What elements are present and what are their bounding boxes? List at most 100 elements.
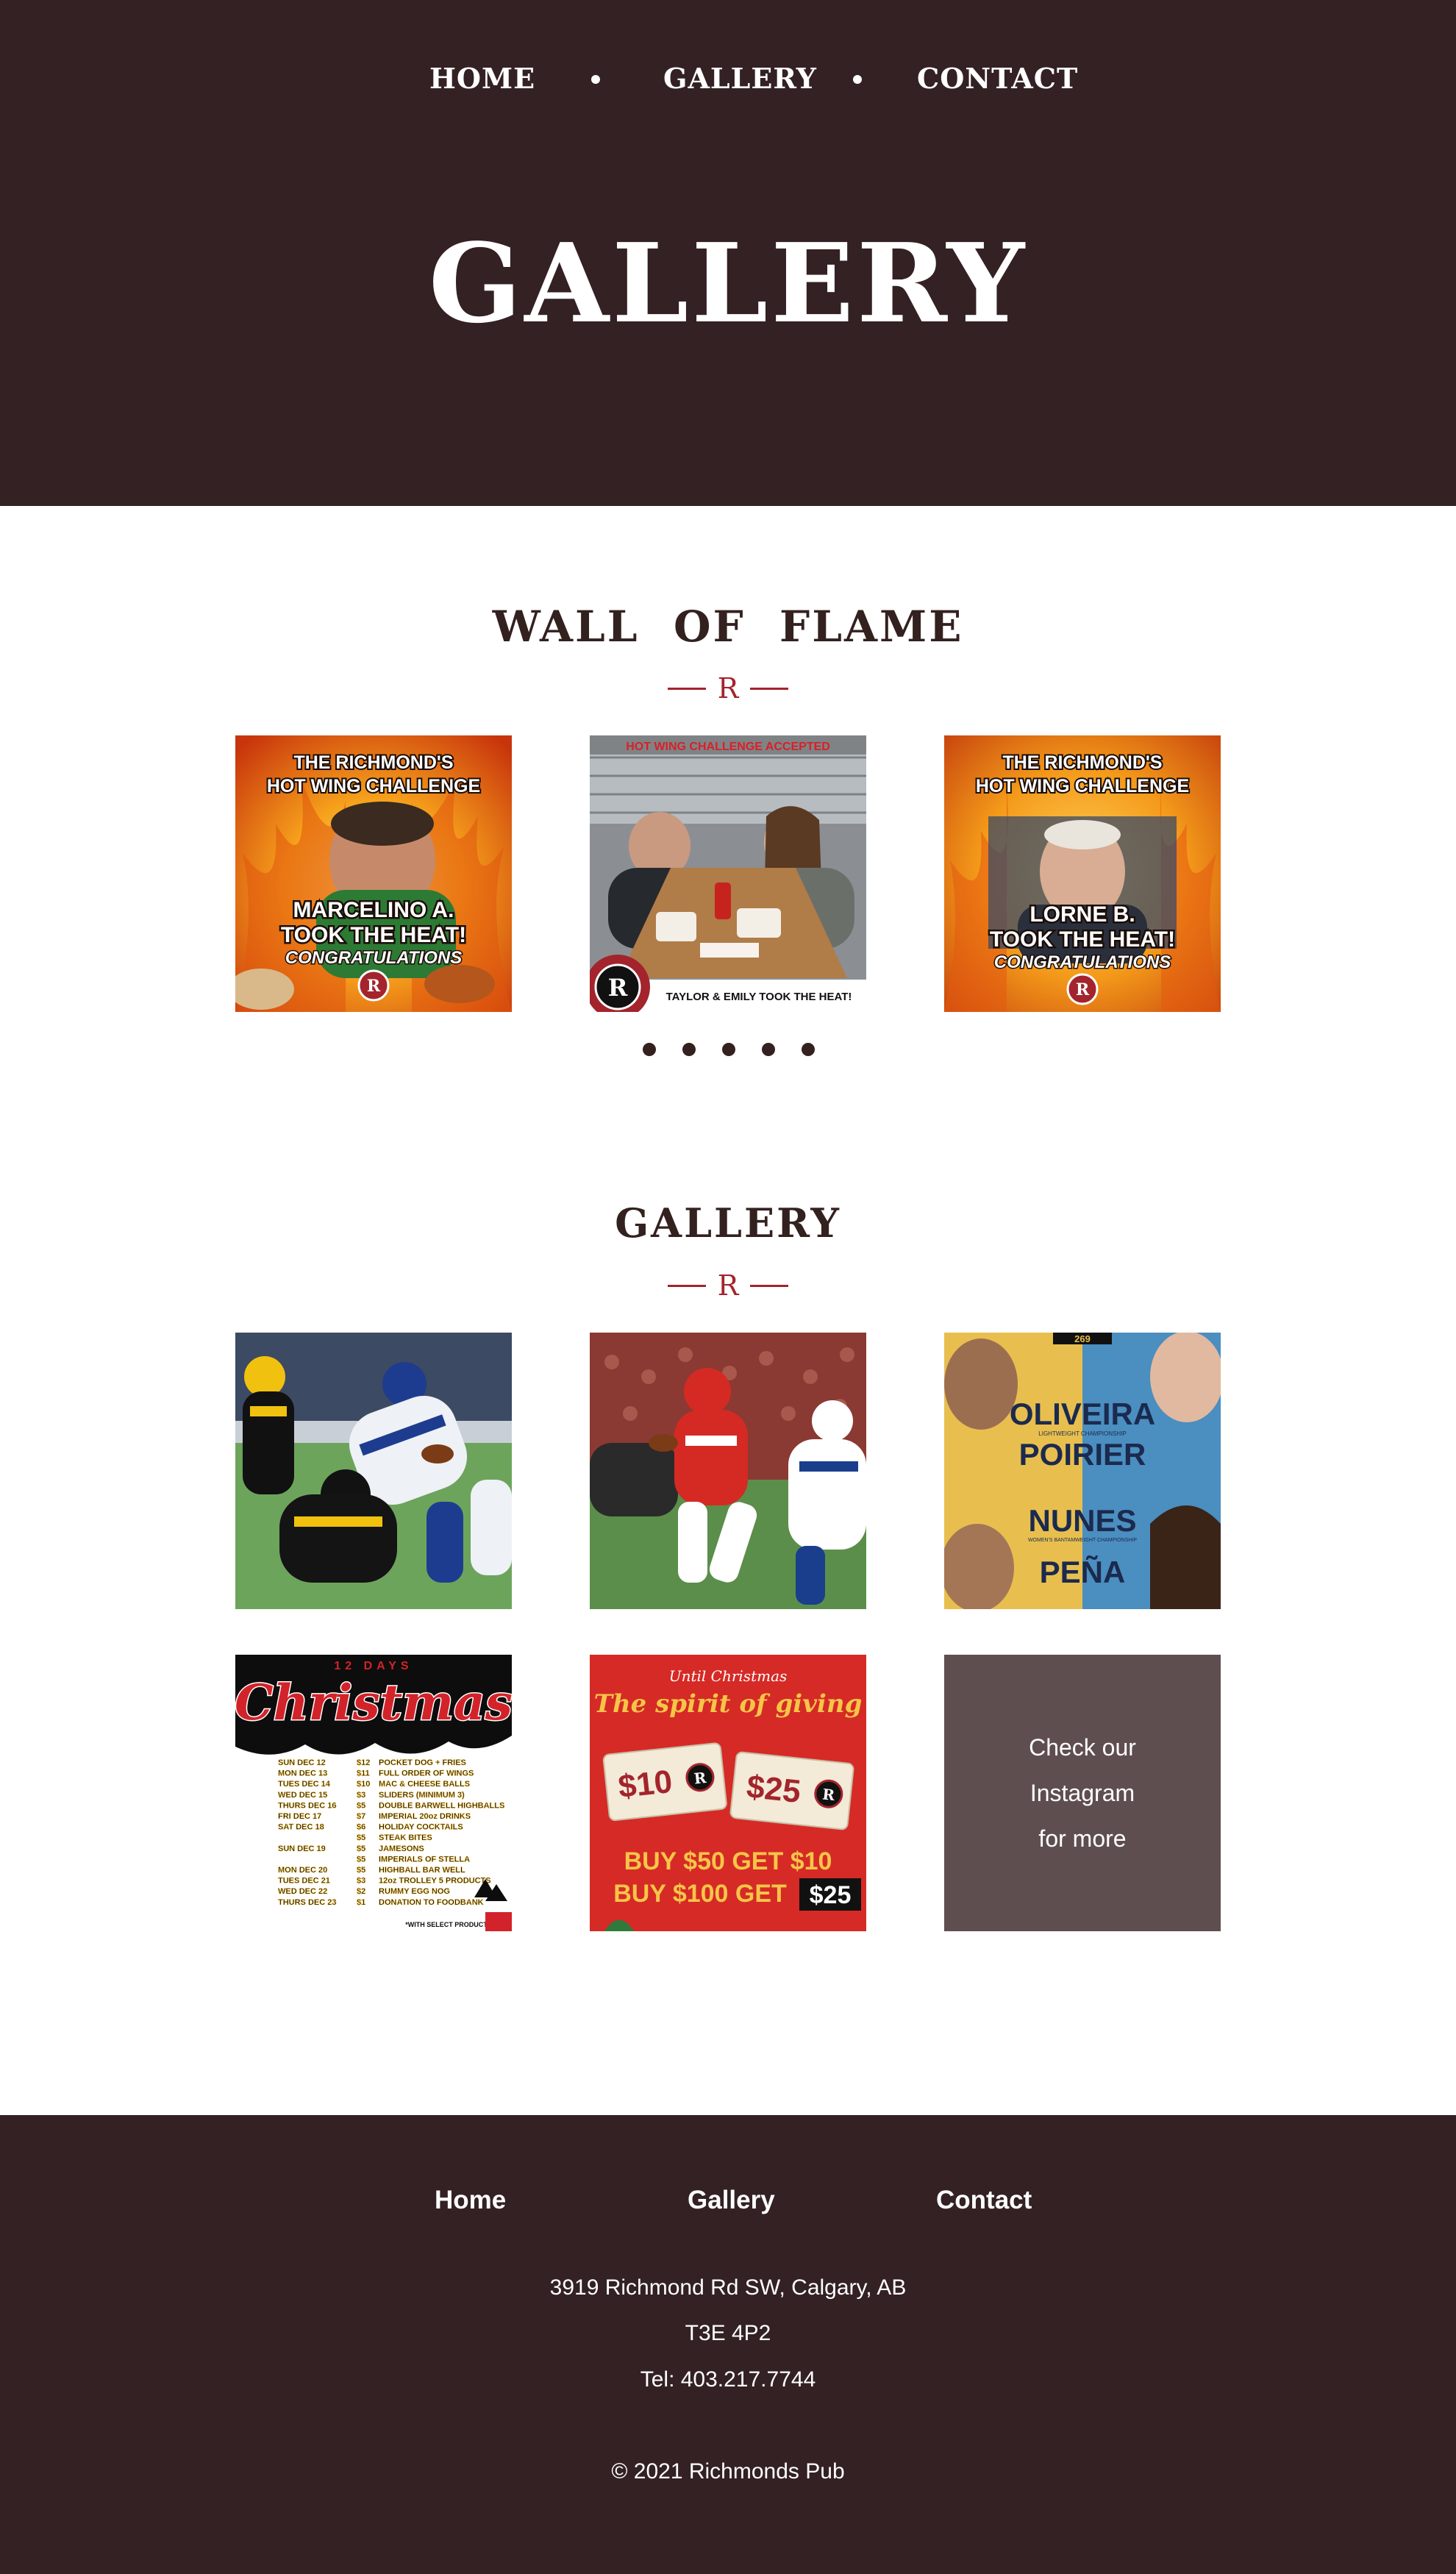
svg-text:CONGRATULATIONS: CONGRATULATIONS [994,952,1171,972]
svg-text:POIRIER: POIRIER [1019,1437,1146,1472]
svg-text:PEÑA: PEÑA [1040,1555,1126,1589]
svg-text:BUY $50 GET $10: BUY $50 GET $10 [624,1847,832,1875]
svg-text:R: R [608,974,628,1002]
footer-copyright: © 2021 Richmonds Pub [611,2459,845,2484]
christmas-special-price: $1 [357,1898,365,1907]
carousel-dot-1[interactable] [643,1043,656,1056]
instagram-cta-line: Check our [1029,1734,1136,1761]
christmas-special-item: SLIDERS (MINIMUM 3) [379,1791,465,1800]
christmas-special-price: $2 [357,1887,365,1896]
footer-gallery-link[interactable]: Gallery [688,2186,775,2215]
nav-gallery-link[interactable]: GALLERY [663,62,817,95]
svg-text:The spirit of giving: The spirit of giving [594,1689,863,1719]
christmas-special-day: MON DEC 13 [278,1769,327,1778]
r-logo-mark: R [717,672,739,705]
hot-wing-challenge-photo: HOT WING CHALLENGE ACCEPTED TAYLOR & EMI… [590,735,866,1012]
christmas-special-item: DONATION TO FOODBANK [379,1898,484,1907]
christmas-special-price: $3 [357,1877,365,1886]
christmas-special-item: HIGHBALL BAR WELL [379,1866,465,1875]
christmas-special-day: WED DEC 22 [278,1887,327,1896]
christmas-special-price: $5 [357,1844,365,1853]
christmas-special-item: JAMESONS [379,1844,424,1853]
svg-text:TOOK THE HEAT!: TOOK THE HEAT! [990,927,1175,952]
football-photo [235,1333,512,1609]
christmas-special-price: $7 [357,1812,365,1821]
svg-text:THE RICHMOND'S: THE RICHMOND'S [293,752,453,773]
wall-of-flame-slide-taylor-emily[interactable]: HOT WING CHALLENGE ACCEPTED TAYLOR & EMI… [590,735,866,1012]
christmas-special-price: $3 [357,1791,365,1800]
instagram-cta-tile[interactable]: Check our Instagram for more [944,1655,1221,1931]
christmas-special-day: WED DEC 15 [278,1791,327,1800]
christmas-special-price: $5 [357,1855,365,1864]
christmas-special-day: SUN DEC 19 [278,1844,326,1853]
christmas-special-day: SAT DEC 18 [278,1823,324,1832]
svg-text:HOT WING CHALLENGE: HOT WING CHALLENGE [267,776,480,796]
footer-contact-link[interactable]: Contact [936,2186,1032,2215]
carousel-dot-4[interactable] [762,1043,775,1056]
carousel-dot-5[interactable] [802,1043,815,1056]
instagram-cta-line: for more [1038,1825,1127,1852]
christmas-special-day: TUES DEC 21 [278,1877,330,1886]
svg-text:TAYLOR & EMILY TOOK THE HEAT!: TAYLOR & EMILY TOOK THE HEAT! [666,991,852,1003]
nav-separator-dot [853,75,862,84]
svg-text:HOT WING CHALLENGE: HOT WING CHALLENGE [976,776,1189,796]
svg-text:WOMEN'S BANTAMWEIGHT CHAMPIONS: WOMEN'S BANTAMWEIGHT CHAMPIONSHIP [1028,1538,1137,1543]
football-photo [590,1333,866,1609]
christmas-special-item: FULL ORDER OF WINGS [379,1769,474,1778]
gift-card-promo-poster: Until Christmas The spirit of giving $10… [590,1655,866,1931]
svg-text:NUNES: NUNES [1028,1503,1136,1538]
gallery-heading: GALLERY [615,1199,841,1247]
svg-text:$25: $25 [810,1881,852,1909]
instagram-cta-line: Instagram [1029,1780,1135,1806]
wall-of-flame-heading: WALL OF FLAME [492,602,964,652]
svg-text:Christmas: Christmas [235,1674,512,1731]
christmas-special-item: IMPERIAL 20oz DRINKS [379,1812,471,1821]
gallery-photo-football-tackle[interactable] [235,1333,512,1609]
gallery-poster-12-days-christmas[interactable]: 12 DAYS Christmas SUN DEC 12 $12 POCKET DO… [235,1655,512,1931]
christmas-special-price: $12 [357,1758,370,1767]
nav-home-link[interactable]: HOME [429,62,535,95]
r-logo-mark: R [717,1269,739,1302]
svg-text:269: 269 [1074,1333,1091,1344]
wall-of-flame-slide-marcelino[interactable]: THE RICHMOND'S HOT WING CHALLENGE MARCEL… [235,735,512,1012]
carousel-dot-2[interactable] [682,1043,696,1056]
svg-text:Until Christmas: Until Christmas [669,1667,788,1685]
footer-home-link[interactable]: Home [435,2186,506,2215]
christmas-special-day: FRI DEC 17 [278,1812,321,1821]
section-divider: R [668,1271,788,1300]
carousel-dot-3[interactable] [722,1043,735,1056]
svg-text:$25: $25 [745,1769,802,1810]
gallery-poster-spirit-of-giving[interactable]: Until Christmas The spirit of giving $10… [590,1655,866,1931]
christmas-special-price: $10 [357,1780,370,1789]
nav-separator-dot [591,75,600,84]
svg-text:TOOK THE HEAT!: TOOK THE HEAT! [281,923,466,947]
ufc-poster: 269 OLIVEIRA LIGHTWEIGHT CHAMPIONSHIP PO… [944,1333,1221,1609]
svg-text:MARCELINO A.: MARCELINO A. [293,898,454,922]
main-nav: HOME GALLERY CONTACT [0,62,1456,103]
svg-text:$10: $10 [616,1764,674,1805]
gallery-poster-ufc[interactable]: 269 OLIVEIRA LIGHTWEIGHT CHAMPIONSHIP PO… [944,1333,1221,1609]
svg-text:BUY $100 GET: BUY $100 GET [613,1880,787,1908]
christmas-special-item: POCKET DOG + FRIES [379,1758,466,1767]
christmas-special-day: SUN DEC 12 [278,1758,326,1767]
christmas-special-day: MON DEC 20 [278,1866,327,1875]
christmas-special-item: 12oz TROLLEY 5 PRODUCTS [379,1877,491,1886]
svg-text:LORNE B.: LORNE B. [1029,902,1135,927]
christmas-special-day: TUES DEC 14 [278,1780,331,1789]
footer-address-line: 3919 Richmond Rd SW, Calgary, AB [549,2275,907,2300]
christmas-special-day: THURS DEC 23 [278,1898,336,1907]
christmas-special-price: $6 [357,1823,365,1832]
christmas-special-item: MAC & CHEESE BALLS [379,1780,470,1789]
nav-contact-link[interactable]: CONTACT [917,62,1078,95]
wall-of-flame-slide-lorne[interactable]: THE RICHMOND'S HOT WING CHALLENGE LORNE … [944,735,1221,1012]
svg-text:THE RICHMOND'S: THE RICHMOND'S [1002,752,1162,773]
christmas-special-item: DOUBLE BARWELL HIGHBALLS [379,1801,504,1810]
svg-text:12 DAYS: 12 DAYS [334,1660,413,1672]
svg-text:CONGRATULATIONS: CONGRATULATIONS [285,948,462,968]
gallery-photo-chiefs-quarterback[interactable] [590,1333,866,1609]
site-header: HOME GALLERY CONTACT GALLERY [0,0,1456,506]
svg-text:HOT WING CHALLENGE ACCEPTED: HOT WING CHALLENGE ACCEPTED [626,741,830,753]
christmas-special-price: $5 [357,1833,365,1842]
svg-text:R: R [367,977,381,996]
footer-phone: Tel: 403.217.7744 [640,2367,816,2392]
